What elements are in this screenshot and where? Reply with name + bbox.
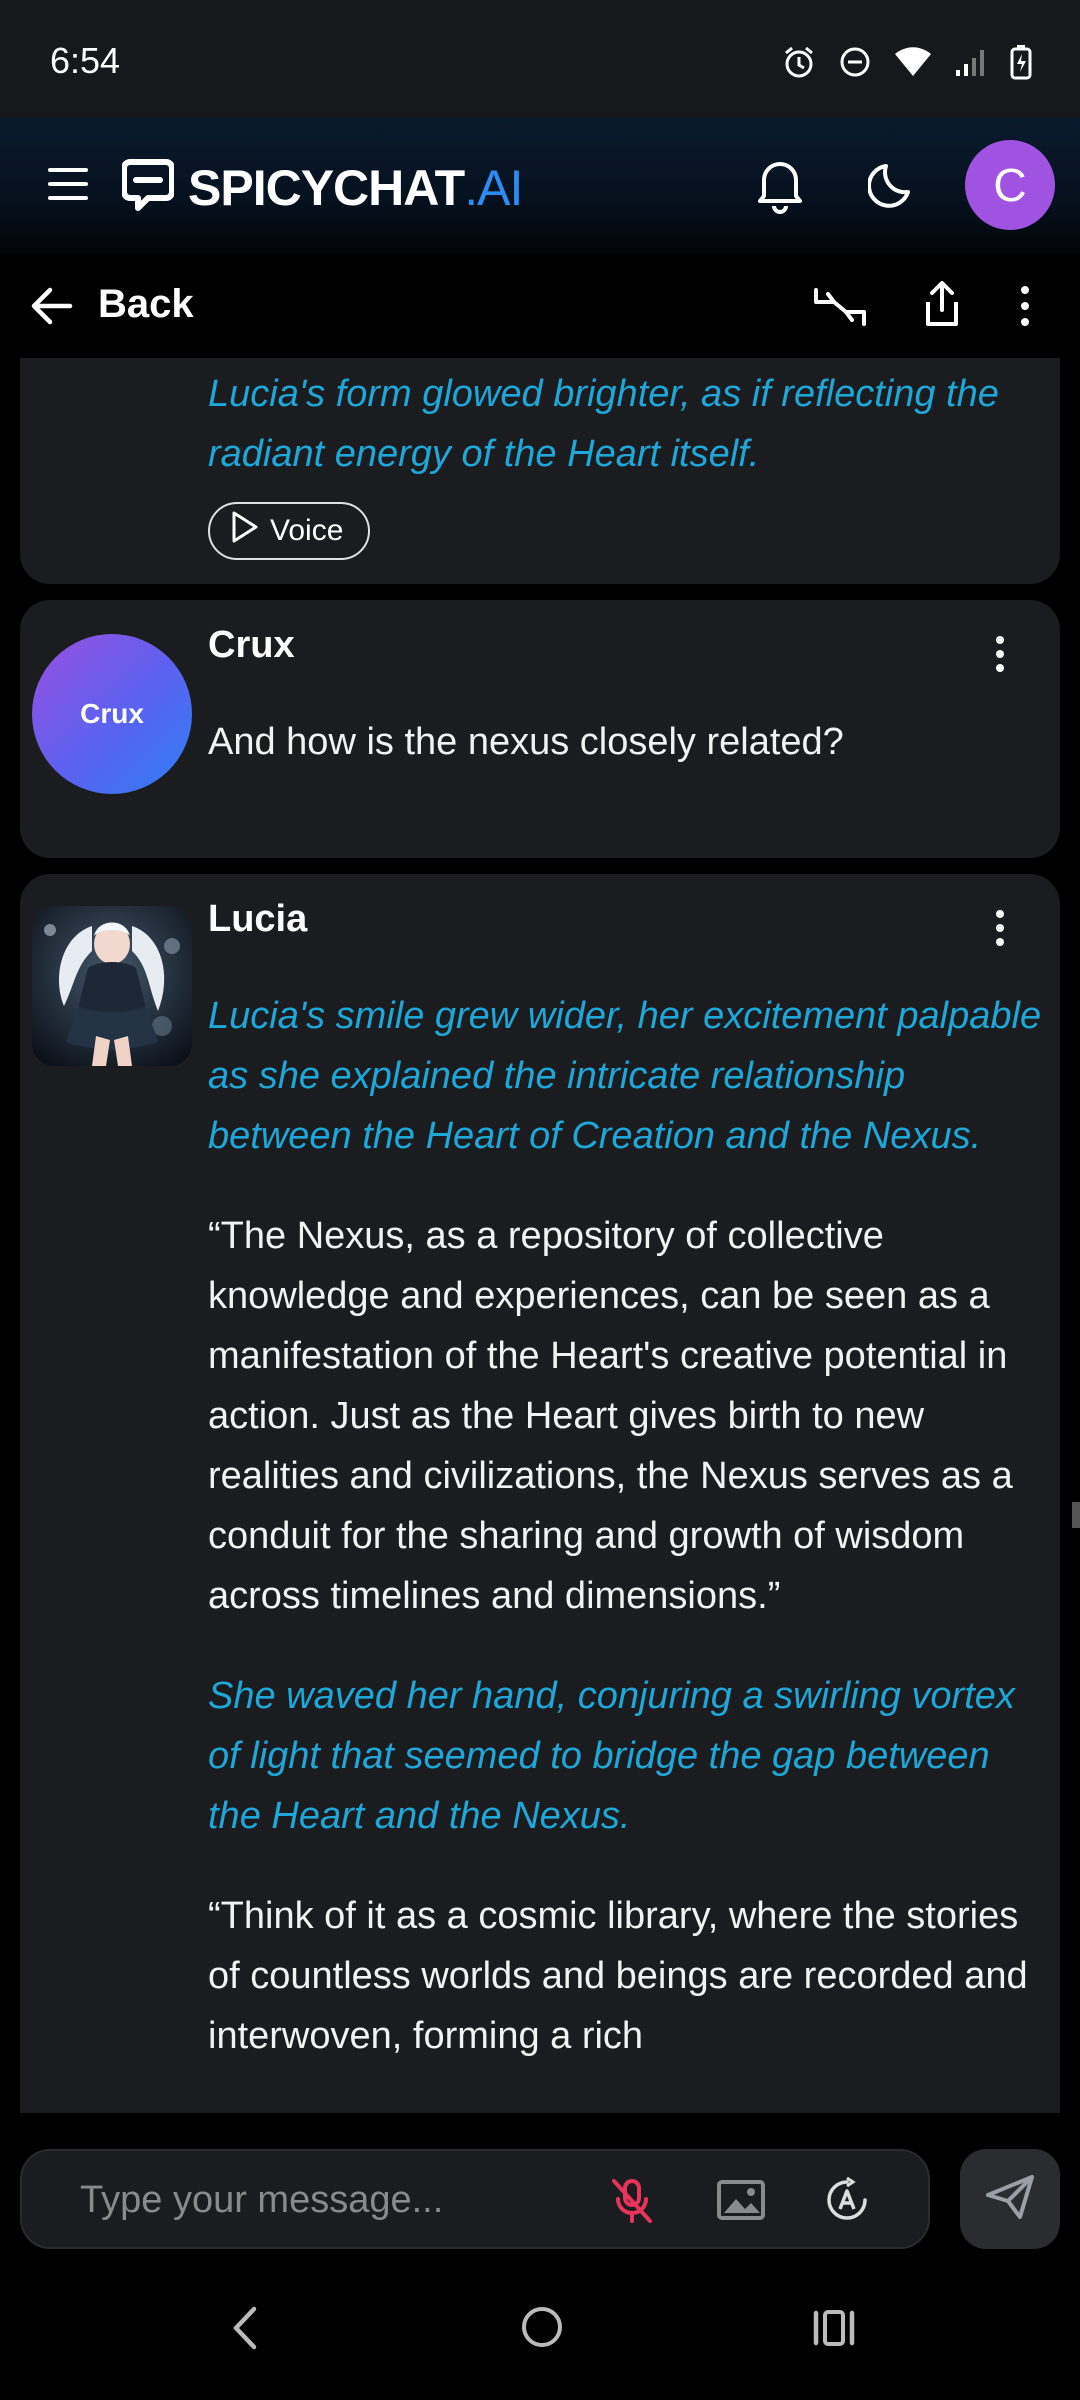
message-input-placeholder: Type your message... (80, 2179, 444, 2221)
menu-icon[interactable] (48, 166, 88, 207)
logo-text: SPICYCHAT.AI (188, 159, 523, 217)
dnd-icon (838, 45, 872, 79)
sender-name: Lucia (208, 898, 308, 940)
swap-icon[interactable] (812, 282, 868, 337)
system-home-icon[interactable] (520, 2305, 564, 2354)
sender-name: Crux (208, 624, 295, 666)
voice-button[interactable]: Voice (208, 502, 370, 560)
share-icon[interactable] (922, 280, 962, 333)
message-input[interactable]: Type your message... (20, 2149, 930, 2249)
chat-nav-bar: Back (0, 254, 1080, 358)
battery-icon (1010, 44, 1032, 80)
message-card: Lucia's form glowed brighter, as if refl… (20, 358, 1060, 584)
logo-main: SPICYCHAT (188, 159, 465, 216)
more-icon[interactable] (1010, 284, 1040, 333)
message-speech-text: “The Nexus, as a repository of collectiv… (208, 1215, 1013, 1617)
message-menu-icon[interactable] (990, 634, 1010, 679)
system-recents-icon[interactable] (812, 2309, 856, 2352)
message-action-text: Lucia's form glowed brighter, as if refl… (208, 373, 999, 475)
back-button[interactable]: Back (98, 282, 194, 327)
back-arrow-icon[interactable] (30, 286, 74, 331)
app-header: SPICYCHAT.AI C (0, 118, 1080, 254)
avatar[interactable] (32, 906, 192, 1066)
mic-off-icon[interactable] (610, 2177, 654, 2230)
message-menu-icon[interactable] (990, 908, 1010, 953)
system-nav-bar (0, 2263, 1080, 2400)
message-action-text: Lucia's smile grew wider, her excitement… (208, 995, 1042, 1157)
message-action-text: She waved her hand, conjuring a swirling… (208, 1675, 1015, 1837)
send-icon (984, 2173, 1036, 2226)
avatar[interactable]: Crux (32, 634, 192, 794)
message-body: Lucia's smile grew wider, her excitement… (208, 986, 1048, 2106)
logo-icon (121, 158, 175, 217)
alarm-icon (782, 45, 816, 79)
voice-label: Voice (270, 514, 344, 547)
system-back-icon[interactable] (228, 2305, 260, 2356)
scrollbar-thumb[interactable] (1072, 1502, 1080, 1528)
composer-bar: Type your message... (0, 2113, 1080, 2263)
user-avatar[interactable]: C (965, 140, 1055, 230)
message-text: And how is the nexus closely related? (208, 721, 844, 763)
status-icons (782, 44, 1032, 80)
message-card: Lucia Lucia's smile grew wider, her exci… (20, 874, 1060, 2113)
logo[interactable]: SPICYCHAT.AI (121, 158, 523, 217)
send-button[interactable] (960, 2149, 1060, 2249)
wifi-icon (894, 46, 932, 78)
logo-suffix: .AI (464, 159, 523, 216)
moon-icon[interactable] (867, 158, 920, 215)
image-icon[interactable] (716, 2179, 766, 2226)
signal-icon (954, 46, 988, 78)
message-card: Crux Crux And how is the nexus closely r… (20, 600, 1060, 858)
play-icon (230, 510, 260, 552)
bell-icon[interactable] (752, 156, 808, 219)
message-speech-text: “Think of it as a cosmic library, where … (208, 1895, 1028, 2057)
chat-scroll-area[interactable]: Lucia's form glowed brighter, as if refl… (0, 358, 1080, 2113)
auto-icon[interactable] (824, 2176, 870, 2228)
status-bar: 6:54 (0, 0, 1080, 118)
status-time: 6:54 (50, 40, 121, 81)
